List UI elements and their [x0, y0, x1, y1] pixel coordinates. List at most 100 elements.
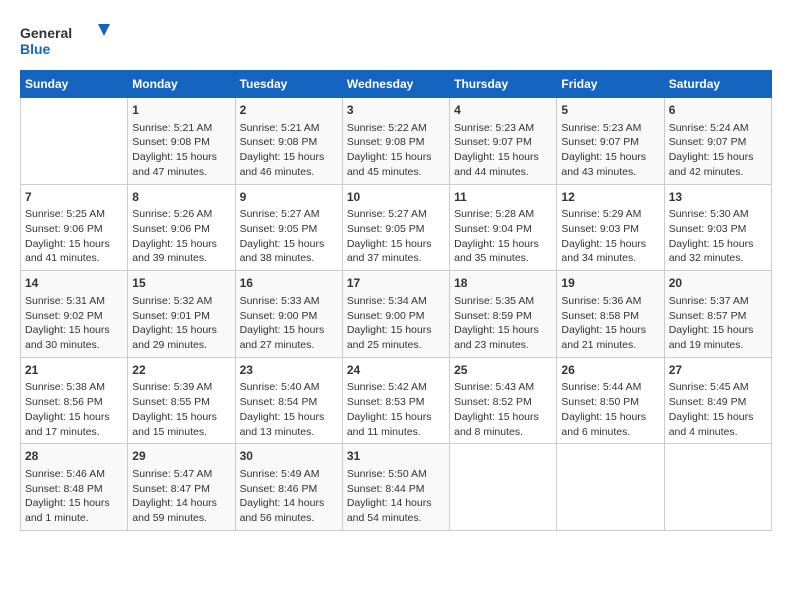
calendar-cell: 11Sunrise: 5:28 AM Sunset: 9:04 PM Dayli…	[450, 184, 557, 271]
day-info: Sunrise: 5:24 AM Sunset: 9:07 PM Dayligh…	[669, 121, 767, 180]
calendar-cell: 17Sunrise: 5:34 AM Sunset: 9:00 PM Dayli…	[342, 271, 449, 358]
day-info: Sunrise: 5:38 AM Sunset: 8:56 PM Dayligh…	[25, 380, 123, 439]
day-info: Sunrise: 5:22 AM Sunset: 9:08 PM Dayligh…	[347, 121, 445, 180]
day-info: Sunrise: 5:34 AM Sunset: 9:00 PM Dayligh…	[347, 294, 445, 353]
header-saturday: Saturday	[664, 71, 771, 98]
logo-svg: General Blue	[20, 20, 110, 60]
week-row-4: 21Sunrise: 5:38 AM Sunset: 8:56 PM Dayli…	[21, 357, 772, 444]
day-number: 4	[454, 102, 552, 119]
day-info: Sunrise: 5:33 AM Sunset: 9:00 PM Dayligh…	[240, 294, 338, 353]
day-info: Sunrise: 5:44 AM Sunset: 8:50 PM Dayligh…	[561, 380, 659, 439]
day-number: 9	[240, 189, 338, 206]
calendar-cell: 16 Sunrise: 5:33 AM Sunset: 9:00 PM Dayli…	[235, 271, 342, 358]
day-number: 6	[669, 102, 767, 119]
calendar-cell: 26Sunrise: 5:44 AM Sunset: 8:50 PM Dayli…	[557, 357, 664, 444]
calendar-table: SundayMondayTuesdayWednesdayThursdayFrid…	[20, 70, 772, 531]
day-number: 13	[669, 189, 767, 206]
day-info: Sunrise: 5:39 AM Sunset: 8:55 PM Dayligh…	[132, 380, 230, 439]
day-number: 25	[454, 362, 552, 379]
day-info: Sunrise: 5:49 AM Sunset: 8:46 PM Dayligh…	[240, 467, 338, 526]
day-info: Sunrise: 5:46 AM Sunset: 8:48 PM Dayligh…	[25, 467, 123, 526]
day-info: Sunrise: 5:50 AM Sunset: 8:44 PM Dayligh…	[347, 467, 445, 526]
header-sunday: Sunday	[21, 71, 128, 98]
calendar-cell: 31Sunrise: 5:50 AM Sunset: 8:44 PM Dayli…	[342, 444, 449, 531]
calendar-cell: 22Sunrise: 5:39 AM Sunset: 8:55 PM Dayli…	[128, 357, 235, 444]
calendar-cell: 29 Sunrise: 5:47 AM Sunset: 8:47 PM Dayli…	[128, 444, 235, 531]
day-number: 29	[132, 448, 230, 465]
week-row-2: 7Sunrise: 5:25 AM Sunset: 9:06 PM Daylig…	[21, 184, 772, 271]
day-number: 26	[561, 362, 659, 379]
day-number: 11	[454, 189, 552, 206]
day-info: Sunrise: 5:28 AM Sunset: 9:04 PM Dayligh…	[454, 207, 552, 266]
calendar-cell: 27Sunrise: 5:45 AM Sunset: 8:49 PM Dayli…	[664, 357, 771, 444]
day-info: Sunrise: 5:21 AM Sunset: 9:08 PM Dayligh…	[240, 121, 338, 180]
week-row-1: 1 Sunrise: 5:21 AM Sunset: 9:08 PM Daylig…	[21, 98, 772, 185]
day-number: 30	[240, 448, 338, 465]
calendar-cell: 6 Sunrise: 5:24 AM Sunset: 9:07 PM Daylig…	[664, 98, 771, 185]
day-info: Sunrise: 5:31 AM Sunset: 9:02 PM Dayligh…	[25, 294, 123, 353]
calendar-cell: 8Sunrise: 5:26 AM Sunset: 9:06 PM Daylig…	[128, 184, 235, 271]
calendar-cell: 2 Sunrise: 5:21 AM Sunset: 9:08 PM Daylig…	[235, 98, 342, 185]
day-info: Sunrise: 5:40 AM Sunset: 8:54 PM Dayligh…	[240, 380, 338, 439]
calendar-cell: 12Sunrise: 5:29 AM Sunset: 9:03 PM Dayli…	[557, 184, 664, 271]
day-info: Sunrise: 5:23 AM Sunset: 9:07 PM Dayligh…	[454, 121, 552, 180]
calendar-cell	[450, 444, 557, 531]
day-number: 14	[25, 275, 123, 292]
header-friday: Friday	[557, 71, 664, 98]
day-info: Sunrise: 5:47 AM Sunset: 8:47 PM Dayligh…	[132, 467, 230, 526]
calendar-cell: 20 Sunrise: 5:37 AM Sunset: 8:57 PM Dayli…	[664, 271, 771, 358]
day-info: Sunrise: 5:35 AM Sunset: 8:59 PM Dayligh…	[454, 294, 552, 353]
day-number: 15	[132, 275, 230, 292]
day-info: Sunrise: 5:36 AM Sunset: 8:58 PM Dayligh…	[561, 294, 659, 353]
calendar-cell: 9Sunrise: 5:27 AM Sunset: 9:05 PM Daylig…	[235, 184, 342, 271]
day-info: Sunrise: 5:27 AM Sunset: 9:05 PM Dayligh…	[240, 207, 338, 266]
day-info: Sunrise: 5:42 AM Sunset: 8:53 PM Dayligh…	[347, 380, 445, 439]
svg-text:General: General	[20, 25, 72, 41]
header-monday: Monday	[128, 71, 235, 98]
day-number: 21	[25, 362, 123, 379]
day-info: Sunrise: 5:37 AM Sunset: 8:57 PM Dayligh…	[669, 294, 767, 353]
day-number: 19	[561, 275, 659, 292]
day-info: Sunrise: 5:43 AM Sunset: 8:52 PM Dayligh…	[454, 380, 552, 439]
calendar-cell: 21Sunrise: 5:38 AM Sunset: 8:56 PM Dayli…	[21, 357, 128, 444]
calendar-cell	[557, 444, 664, 531]
week-row-3: 14 Sunrise: 5:31 AM Sunset: 9:02 PM Dayli…	[21, 271, 772, 358]
calendar-header-row: SundayMondayTuesdayWednesdayThursdayFrid…	[21, 71, 772, 98]
week-row-5: 28Sunrise: 5:46 AM Sunset: 8:48 PM Dayli…	[21, 444, 772, 531]
day-info: Sunrise: 5:23 AM Sunset: 9:07 PM Dayligh…	[561, 121, 659, 180]
day-info: Sunrise: 5:45 AM Sunset: 8:49 PM Dayligh…	[669, 380, 767, 439]
day-info: Sunrise: 5:25 AM Sunset: 9:06 PM Dayligh…	[25, 207, 123, 266]
day-number: 2	[240, 102, 338, 119]
calendar-cell	[664, 444, 771, 531]
day-number: 18	[454, 275, 552, 292]
calendar-cell: 5Sunrise: 5:23 AM Sunset: 9:07 PM Daylig…	[557, 98, 664, 185]
header-wednesday: Wednesday	[342, 71, 449, 98]
logo: General Blue	[20, 20, 110, 60]
day-number: 23	[240, 362, 338, 379]
day-info: Sunrise: 5:27 AM Sunset: 9:05 PM Dayligh…	[347, 207, 445, 266]
day-number: 1	[132, 102, 230, 119]
day-info: Sunrise: 5:32 AM Sunset: 9:01 PM Dayligh…	[132, 294, 230, 353]
calendar-cell: 18 Sunrise: 5:35 AM Sunset: 8:59 PM Dayli…	[450, 271, 557, 358]
calendar-cell: 4 Sunrise: 5:23 AM Sunset: 9:07 PM Daylig…	[450, 98, 557, 185]
calendar-cell: 14 Sunrise: 5:31 AM Sunset: 9:02 PM Dayli…	[21, 271, 128, 358]
calendar-cell	[21, 98, 128, 185]
day-number: 12	[561, 189, 659, 206]
calendar-cell: 7Sunrise: 5:25 AM Sunset: 9:06 PM Daylig…	[21, 184, 128, 271]
day-info: Sunrise: 5:29 AM Sunset: 9:03 PM Dayligh…	[561, 207, 659, 266]
svg-text:Blue: Blue	[20, 41, 51, 57]
calendar-cell: 30 Sunrise: 5:49 AM Sunset: 8:46 PM Dayli…	[235, 444, 342, 531]
day-number: 16	[240, 275, 338, 292]
calendar-cell: 23Sunrise: 5:40 AM Sunset: 8:54 PM Dayli…	[235, 357, 342, 444]
calendar-cell: 3 Sunrise: 5:22 AM Sunset: 9:08 PM Daylig…	[342, 98, 449, 185]
day-number: 20	[669, 275, 767, 292]
page-header: General Blue	[20, 20, 772, 60]
calendar-cell: 24Sunrise: 5:42 AM Sunset: 8:53 PM Dayli…	[342, 357, 449, 444]
day-number: 3	[347, 102, 445, 119]
day-number: 27	[669, 362, 767, 379]
day-info: Sunrise: 5:30 AM Sunset: 9:03 PM Dayligh…	[669, 207, 767, 266]
day-number: 22	[132, 362, 230, 379]
day-number: 10	[347, 189, 445, 206]
day-info: Sunrise: 5:26 AM Sunset: 9:06 PM Dayligh…	[132, 207, 230, 266]
calendar-cell: 19 Sunrise: 5:36 AM Sunset: 8:58 PM Dayli…	[557, 271, 664, 358]
